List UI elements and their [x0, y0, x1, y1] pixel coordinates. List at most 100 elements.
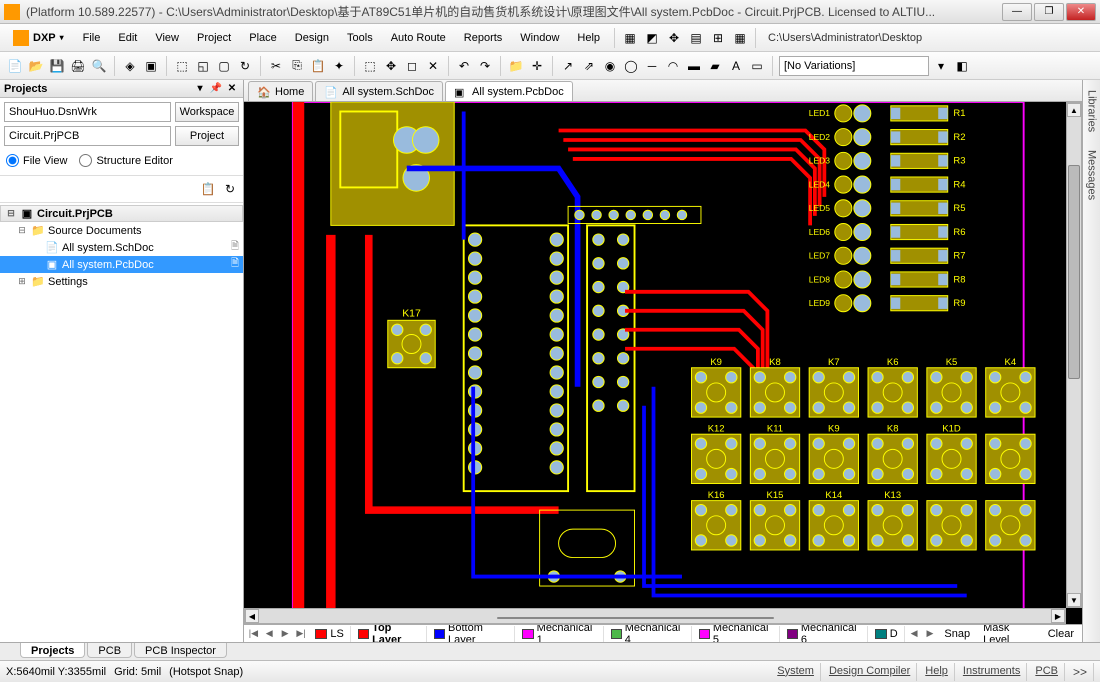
maximize-button[interactable]: ❐: [1034, 3, 1064, 21]
redo-icon[interactable]: ↷: [476, 57, 494, 75]
3d-icon[interactable]: ◧: [953, 57, 971, 75]
refresh-icon[interactable]: ↻: [236, 57, 254, 75]
tab-schdoc[interactable]: 📄All system.SchDoc: [315, 81, 443, 101]
menu-reports[interactable]: Reports: [456, 28, 511, 48]
route-diff-icon[interactable]: ⇗: [580, 57, 598, 75]
status-link-more[interactable]: >>: [1067, 663, 1094, 681]
menu-tools[interactable]: Tools: [339, 28, 381, 48]
menu-edit[interactable]: Edit: [110, 28, 145, 48]
move-selection-icon[interactable]: ✥: [382, 57, 400, 75]
place-string-icon[interactable]: A: [727, 57, 745, 75]
status-link-system[interactable]: System: [771, 663, 821, 681]
menu-view[interactable]: View: [147, 28, 187, 48]
tree-source-documents[interactable]: ⊟📁 Source Documents: [0, 222, 243, 239]
place-poly-icon[interactable]: ▰: [706, 57, 724, 75]
layer-tab-mech6[interactable]: Mechanical 6: [781, 626, 868, 642]
project-refresh-icon[interactable]: ↻: [221, 180, 239, 198]
scroll-up-icon[interactable]: ▲: [1067, 103, 1081, 117]
right-tab-messages[interactable]: Messages: [1084, 144, 1100, 206]
menu-help[interactable]: Help: [569, 28, 608, 48]
pcb-canvas[interactable]: LED1 R1 LED2 R2 LED3 R3 LED4 R4 LED5 R5 …: [244, 102, 1082, 624]
cut-icon[interactable]: ✂: [267, 57, 285, 75]
status-link-instruments[interactable]: Instruments: [957, 663, 1027, 681]
panel-close-icon[interactable]: ✕: [225, 82, 239, 96]
panel-dropdown-icon[interactable]: ▾: [193, 82, 207, 96]
print-icon[interactable]: 🖨: [69, 57, 87, 75]
project-button[interactable]: Project: [175, 126, 239, 146]
place-via-icon[interactable]: ◉: [601, 57, 619, 75]
layer-nav-last-icon[interactable]: ▶|: [294, 627, 309, 641]
status-link-design-compiler[interactable]: Design Compiler: [823, 663, 917, 681]
layer-scroll-left-icon[interactable]: ◀: [907, 627, 922, 641]
select-icon[interactable]: ◩: [643, 29, 661, 47]
bottom-tab-projects[interactable]: Projects: [20, 643, 85, 658]
menu-auto-route[interactable]: Auto Route: [383, 28, 454, 48]
menu-design[interactable]: Design: [287, 28, 337, 48]
copy-icon[interactable]: ⎘: [288, 57, 306, 75]
dxp-button[interactable]: DXP▾: [4, 27, 73, 49]
place-line-icon[interactable]: ─: [643, 57, 661, 75]
place-component-icon[interactable]: ▭: [748, 57, 766, 75]
panel-pin-icon[interactable]: 📌: [209, 82, 223, 96]
var-dropdown-icon[interactable]: ▾: [932, 57, 950, 75]
cross-probe-icon[interactable]: ✛: [528, 57, 546, 75]
bottom-tab-pcb-inspector[interactable]: PCB Inspector: [134, 643, 227, 658]
select-inside-icon[interactable]: ⬚: [361, 57, 379, 75]
undo-icon[interactable]: ↶: [455, 57, 473, 75]
scroll-left-icon[interactable]: ◀: [245, 609, 259, 623]
layer-nav-first-icon[interactable]: |◀: [246, 627, 261, 641]
open-icon[interactable]: 📂: [27, 57, 45, 75]
rubber-stamp-icon[interactable]: ✦: [330, 57, 348, 75]
variations-select[interactable]: [779, 56, 929, 76]
mask-level-button[interactable]: Mask Level: [977, 624, 1041, 642]
zoom-selected-icon[interactable]: ▢: [215, 57, 233, 75]
schematic-icon[interactable]: ◈: [121, 57, 139, 75]
layer-scroll-right-icon[interactable]: ▶: [923, 627, 938, 641]
snap-button[interactable]: Snap: [938, 628, 976, 640]
tab-pcbdoc[interactable]: ▣All system.PcbDoc: [445, 81, 573, 101]
layer-icon[interactable]: ▤: [687, 29, 705, 47]
scroll-down-icon[interactable]: ▼: [1067, 593, 1081, 607]
tree-root[interactable]: ⊟▣ Circuit.PrjPCB: [0, 205, 243, 222]
place-pad-icon[interactable]: ◯: [622, 57, 640, 75]
move-icon[interactable]: ✥: [665, 29, 683, 47]
menu-project[interactable]: Project: [189, 28, 239, 48]
preview-icon[interactable]: 🔍: [90, 57, 108, 75]
right-tab-libraries[interactable]: Libraries: [1084, 84, 1100, 138]
workspace-button[interactable]: Workspace: [175, 102, 239, 122]
menu-window[interactable]: Window: [512, 28, 567, 48]
layer-nav-next-icon[interactable]: ▶: [278, 627, 293, 641]
bottom-tab-pcb[interactable]: PCB: [87, 643, 132, 658]
layer-ls-button[interactable]: LS: [309, 626, 350, 642]
layer-tab-d[interactable]: D: [869, 626, 905, 642]
status-link-pcb[interactable]: PCB: [1029, 663, 1065, 681]
vertical-scrollbar[interactable]: ▲ ▼: [1066, 102, 1082, 608]
layer-tab-top[interactable]: Top Layer: [352, 626, 427, 642]
tab-home[interactable]: 🏠Home: [248, 81, 313, 101]
scroll-right-icon[interactable]: ▶: [1051, 609, 1065, 623]
pcb-icon[interactable]: ▣: [142, 57, 160, 75]
filter-icon[interactable]: ▦: [621, 29, 639, 47]
layer-nav-prev-icon[interactable]: ◀: [262, 627, 277, 641]
layer-tab-mech4[interactable]: Mechanical 4: [605, 626, 692, 642]
zoom-area-icon[interactable]: ⬚: [173, 57, 191, 75]
place-fill-icon[interactable]: ▬: [685, 57, 703, 75]
place-arc-icon[interactable]: ◠: [664, 57, 682, 75]
close-button[interactable]: ✕: [1066, 3, 1096, 21]
workspace-input[interactable]: [4, 102, 171, 122]
layer-tab-bottom[interactable]: Bottom Layer: [428, 626, 516, 642]
zoom-fit-icon[interactable]: ◱: [194, 57, 212, 75]
route-icon[interactable]: ↗: [559, 57, 577, 75]
menu-place[interactable]: Place: [241, 28, 285, 48]
structure-editor-radio[interactable]: Structure Editor: [79, 154, 172, 167]
paste-icon[interactable]: 📋: [309, 57, 327, 75]
project-options-icon[interactable]: 📋: [199, 180, 217, 198]
horizontal-scrollbar[interactable]: ◀ ▶: [244, 608, 1066, 624]
tree-pcbdoc[interactable]: ▣ All system.PcbDoc 🗎: [0, 256, 243, 273]
new-icon[interactable]: 📄: [6, 57, 24, 75]
file-view-radio[interactable]: File View: [6, 154, 67, 167]
browse-icon[interactable]: 📁: [507, 57, 525, 75]
layer-tab-mech1[interactable]: Mechanical 1: [516, 626, 603, 642]
clear-icon[interactable]: ✕: [424, 57, 442, 75]
deselect-icon[interactable]: ◻: [403, 57, 421, 75]
